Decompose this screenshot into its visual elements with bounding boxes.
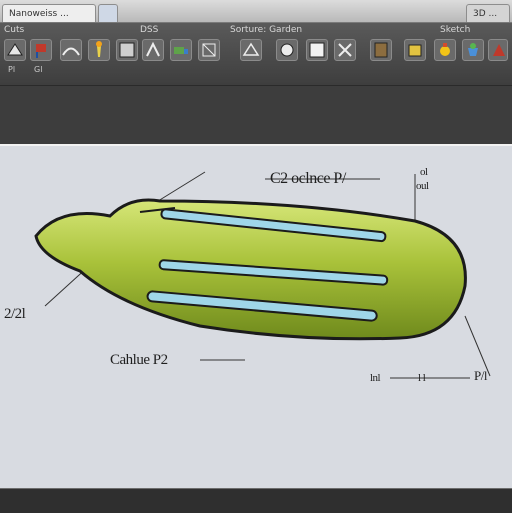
callout-bottom-right-c: P/l (474, 368, 487, 383)
drawing-canvas[interactable]: C2 oclnce P/ ol oul 2/2l Cahlue P2 lnl l… (0, 144, 512, 490)
pot-icon[interactable] (462, 39, 484, 61)
status-bar (0, 488, 512, 513)
cucumber-drawing (34, 171, 491, 379)
tab-secondary[interactable] (98, 4, 118, 22)
tab-active[interactable]: Nanoweiss ... (2, 4, 96, 22)
truck-icon[interactable] (170, 39, 192, 61)
ribbon-spacer (0, 86, 512, 144)
tab-right[interactable]: 3D ... (466, 4, 510, 22)
sphere-icon[interactable] (276, 39, 298, 61)
callout-top: C2 oclnce P/ (270, 170, 346, 187)
callout-middle: Cahlue P2 (110, 352, 168, 368)
paint-icon[interactable] (434, 39, 456, 61)
menu-item-dss[interactable]: DSS (140, 25, 158, 35)
toolbar: Cuts DSS Sorture: Garden Sketch Pl Gl (0, 23, 512, 86)
menu-item-sketch[interactable]: Sketch (440, 25, 470, 35)
torch-icon[interactable] (88, 39, 110, 61)
tool-caption-2: Gl (34, 65, 43, 74)
menu-item-cuts[interactable]: Cuts (4, 25, 24, 35)
title-bar: Nanoweiss ... 3D ... (0, 0, 512, 23)
menu-item-sorture[interactable]: Sorture: Garden (230, 25, 302, 35)
door-icon[interactable] (370, 39, 392, 61)
callout-bottom-right-b: l l (418, 372, 426, 384)
cube-icon[interactable] (240, 39, 262, 61)
bridge-icon[interactable] (60, 39, 82, 61)
tool-caption-1: Pl (8, 65, 16, 74)
flag-icon[interactable] (30, 39, 52, 61)
grid-icon[interactable] (306, 39, 328, 61)
shape-icon[interactable] (142, 39, 164, 61)
callout-top-right-a: ol (420, 166, 428, 178)
callout-left: 2/2l (4, 306, 26, 322)
sketch-icon[interactable] (4, 39, 26, 61)
callout-top-right-b: oul (416, 180, 429, 192)
callout-bottom-right-a: lnl (370, 372, 381, 384)
panel-icon[interactable] (116, 39, 138, 61)
cut-icon[interactable] (198, 39, 220, 61)
box-icon[interactable] (404, 39, 426, 61)
wizard-icon[interactable] (488, 39, 508, 61)
wedge-icon[interactable] (334, 39, 356, 61)
